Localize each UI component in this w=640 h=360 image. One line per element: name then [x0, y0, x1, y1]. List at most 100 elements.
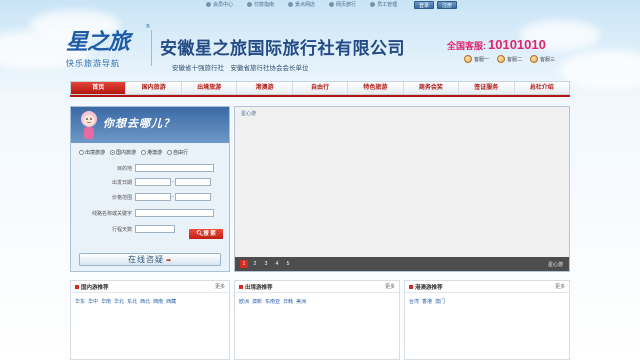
price-label: 价格范围 — [111, 194, 132, 201]
banner-slideshow[interactable]: 星心游 1 2 3 4 5 星心游 — [234, 106, 570, 272]
bullet-icon — [75, 284, 79, 289]
nav-about[interactable]: 总社介绍 — [515, 82, 569, 94]
range-separator: - — [172, 179, 174, 185]
departure-to-input[interactable] — [174, 178, 211, 186]
service-agent-3[interactable]: 客服三 — [530, 55, 555, 63]
search-button[interactable]: 🔍︎搜 索 — [189, 229, 223, 239]
nav-business[interactable]: 商务会奖 — [404, 82, 460, 94]
banner-page-2[interactable]: 2 — [251, 260, 259, 268]
nav-underline — [70, 95, 570, 97]
nav-home[interactable]: 首页 — [71, 82, 127, 94]
rec-links: 欧洲 澳新 东南亚 日韩 美洲 — [235, 293, 399, 310]
radio-domestic[interactable]: 国内旅游 — [110, 149, 136, 156]
login-button[interactable]: 登录 — [414, 1, 435, 9]
banner-page-4[interactable]: 4 — [273, 260, 281, 268]
hotline: 全国客服: 10101010 — [447, 37, 546, 52]
nav-domestic[interactable]: 国内旅游 — [126, 82, 182, 94]
row-keyword: 线路名称或关键字 — [71, 209, 229, 217]
register-button[interactable]: 注册 — [437, 1, 458, 9]
radio-dot — [167, 150, 173, 155]
rec-title: 国内游推荐 — [81, 284, 109, 291]
hk-macau-recommend: 港澳游推荐 更多 台湾 香港 澳门 — [404, 280, 570, 360]
service-agent-1[interactable]: 客服一 — [464, 55, 489, 63]
globe-icon — [329, 2, 335, 7]
rec-link[interactable]: 华东 — [75, 298, 85, 305]
rec-link[interactable]: 西藏 — [166, 298, 176, 305]
agent-avatar-icon — [464, 55, 472, 63]
top-link-shop[interactable]: 景点网店 — [288, 1, 315, 8]
banner-page-1[interactable]: 1 — [240, 260, 248, 268]
agent-avatar-icon — [530, 55, 539, 63]
more-link[interactable]: 更多 — [555, 283, 565, 290]
more-link[interactable]: 更多 — [385, 283, 395, 290]
search-panel: 你想去哪儿？ 出境旅游 国内旅游 港澳游 自由行 目的地 出发日期 - 价格范围… — [70, 106, 230, 272]
trip-type-radios: 出境旅游 国内旅游 港澳游 自由行 — [79, 149, 188, 156]
rec-title: 港澳游推荐 — [415, 284, 443, 291]
radio-hk-macau[interactable]: 港澳游 — [141, 149, 162, 156]
days-label: 行程天数 — [111, 226, 132, 233]
nav-independent[interactable]: 自由行 — [293, 82, 349, 94]
rec-link[interactable]: 东北 — [127, 298, 137, 305]
top-link-travel[interactable]: 网页旅行 — [329, 1, 356, 8]
header-divider — [151, 30, 152, 66]
registered-mark: ® — [146, 24, 150, 30]
rec-link[interactable]: 华中 — [88, 298, 98, 305]
company-name: 安徽星之旅国际旅行社有限公司 — [160, 39, 405, 58]
main-nav: 首页 国内旅游 出境旅游 港澳游 自由行 特色旅游 商务会奖 签证服务 总社介绍 — [70, 81, 570, 95]
radio-outbound[interactable]: 出境旅游 — [79, 149, 105, 156]
top-link-member[interactable]: 会员中心 — [206, 1, 233, 8]
rec-link[interactable]: 澳门 — [435, 298, 445, 305]
nav-special[interactable]: 特色旅游 — [348, 82, 404, 94]
departure-label: 出发日期 — [111, 179, 132, 186]
rec-link[interactable]: 华南 — [101, 298, 111, 305]
rec-header: 港澳游推荐 更多 — [405, 281, 569, 293]
company-subtitle: 安徽省十强旅行社 安徽省旅行社协会会长单位 — [172, 65, 309, 72]
rec-title: 出境游推荐 — [245, 284, 273, 291]
rec-link[interactable]: 香港 — [422, 298, 432, 305]
card-icon — [247, 2, 253, 7]
search-title: 你想去哪儿？ — [103, 118, 175, 130]
row-departure: 出发日期 - — [71, 178, 229, 186]
rec-link[interactable]: 澳新 — [252, 298, 262, 305]
row-destination: 目的地 — [71, 164, 229, 172]
slogan: 快乐旅游导航 — [66, 59, 120, 68]
mascot-icon — [81, 111, 97, 139]
days-input[interactable] — [135, 225, 175, 233]
rec-link[interactable]: 西南 — [153, 298, 163, 305]
radio-dot-selected — [110, 150, 116, 155]
service-agent-2[interactable]: 客服二 — [497, 55, 522, 63]
radio-dot — [141, 150, 147, 155]
rec-link[interactable]: 台湾 — [409, 298, 419, 305]
rec-header: 出境游推荐 更多 — [235, 281, 399, 293]
banner-page-5[interactable]: 5 — [284, 260, 292, 268]
rec-link[interactable]: 东南亚 — [265, 298, 280, 305]
departure-from-input[interactable] — [135, 178, 171, 186]
rec-link[interactable]: 欧洲 — [239, 298, 249, 305]
store-icon — [288, 2, 294, 7]
price-max-input[interactable] — [174, 193, 211, 201]
banner-page-3[interactable]: 3 — [262, 260, 270, 268]
more-link[interactable]: 更多 — [215, 283, 225, 290]
rec-link[interactable]: 华北 — [114, 298, 124, 305]
domestic-recommend: 国内游推荐 更多 华东 华中 华南 华北 东北 西北 西南 西藏 — [70, 280, 230, 360]
people-icon — [370, 2, 376, 7]
price-min-input[interactable] — [135, 193, 171, 201]
rec-links: 台湾 香港 澳门 — [405, 293, 569, 310]
consult-button[interactable]: 在线咨疑 ➡ — [79, 253, 221, 266]
range-separator: - — [172, 194, 174, 200]
cloud — [560, 50, 640, 90]
banner-alt-text: 星心游 — [241, 111, 257, 117]
radio-independent[interactable]: 自由行 — [167, 149, 188, 156]
rec-link[interactable]: 西北 — [140, 298, 150, 305]
nav-hk-macau[interactable]: 港澳游 — [237, 82, 293, 94]
row-price: 价格范围 - — [71, 193, 229, 201]
destination-input[interactable] — [135, 164, 214, 172]
nav-outbound[interactable]: 出境旅游 — [182, 82, 238, 94]
rec-link[interactable]: 日韩 — [283, 298, 293, 305]
rec-link[interactable]: 美洲 — [296, 298, 306, 305]
top-link-payment[interactable]: 付款指南 — [247, 1, 274, 8]
keyword-input[interactable] — [135, 209, 214, 217]
destination-label: 目的地 — [116, 165, 132, 172]
nav-visa[interactable]: 签证服务 — [459, 82, 515, 94]
top-link-staff[interactable]: 员工管理 — [370, 1, 397, 8]
